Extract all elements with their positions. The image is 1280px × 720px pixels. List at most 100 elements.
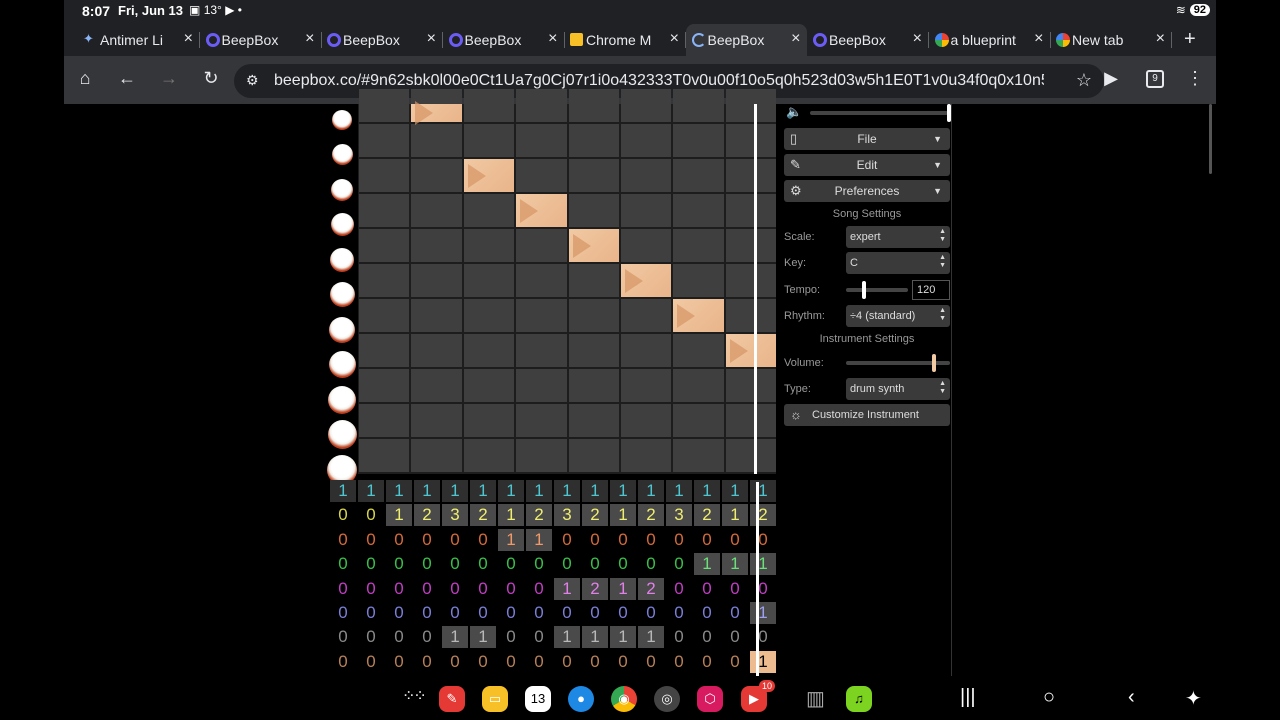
track-pattern-cell[interactable]: 0	[330, 529, 356, 551]
url-text[interactable]: beepbox.co/#9n62sbk0l00e0Ct1Ua7g0Cj07r1i…	[274, 72, 1044, 90]
track-pattern-cell[interactable]: 0	[526, 602, 552, 624]
grid-cell[interactable]	[673, 334, 724, 367]
track-pattern-cell[interactable]: 2	[750, 504, 776, 527]
browser-tab[interactable]: BeepBox ×	[200, 24, 322, 56]
track-pattern-cell[interactable]: 0	[386, 602, 412, 624]
tempo-input[interactable]: 120	[912, 280, 950, 300]
grid-cell[interactable]	[516, 229, 567, 262]
track-pattern-cell[interactable]: 0	[358, 578, 384, 600]
browser-tab[interactable]: BeepBox ×	[321, 24, 443, 56]
track-pattern-cell[interactable]: 0	[582, 602, 608, 624]
track-pattern-cell[interactable]: 1	[554, 577, 580, 600]
track-pattern-cell[interactable]: 0	[358, 602, 384, 624]
track-pattern-cell[interactable]: 0	[330, 651, 356, 673]
track-pattern-cell[interactable]: 0	[442, 553, 468, 575]
track-pattern-cell[interactable]: 1	[498, 528, 524, 551]
track-pattern-cell[interactable]: 0	[722, 529, 748, 551]
grid-cell[interactable]	[673, 404, 724, 437]
track-pattern-cell[interactable]: 1	[442, 626, 468, 649]
track-pattern-cell[interactable]: 1	[442, 480, 468, 502]
drum-key-icon[interactable]	[329, 316, 355, 343]
drum-key-icon[interactable]	[330, 247, 354, 272]
music-app-icon[interactable]: ♫	[846, 686, 872, 712]
track-pattern-cell[interactable]: 0	[358, 626, 384, 648]
track-pattern-cell[interactable]: 0	[498, 651, 524, 673]
track-pattern-cell[interactable]: 0	[694, 626, 720, 648]
grid-cell[interactable]	[568, 159, 619, 192]
track-pattern-cell[interactable]: 0	[358, 553, 384, 575]
tempo-knob[interactable]	[862, 281, 866, 299]
bookmark-star-icon[interactable]: ☆	[1076, 70, 1092, 91]
grid-cell[interactable]	[359, 264, 410, 297]
track-pattern-cell[interactable]: 1	[414, 480, 440, 502]
track-pattern-cell[interactable]: 0	[386, 578, 412, 600]
track-pattern-cell[interactable]: 0	[330, 553, 356, 575]
grid-cell[interactable]	[621, 299, 672, 332]
grid-cell[interactable]	[568, 439, 619, 472]
grid-cell[interactable]	[411, 229, 462, 262]
browser-tab[interactable]: BeepBox ×	[807, 24, 929, 56]
browser-tab[interactable]: Chrome M ×	[564, 24, 686, 56]
track-pattern-cell[interactable]: 0	[330, 626, 356, 648]
track-pattern-cell[interactable]: 0	[414, 578, 440, 600]
grid-cell[interactable]	[359, 369, 410, 402]
grid-cell[interactable]	[463, 369, 515, 402]
track-pattern-cell[interactable]: 0	[358, 529, 384, 551]
track-pattern-cell[interactable]: 1	[526, 480, 552, 502]
track-pattern-cell[interactable]: 0	[330, 602, 356, 624]
track-pattern-cell[interactable]: 1	[722, 553, 748, 576]
app-drawer-icon[interactable]: ⁘⁘	[402, 686, 427, 706]
grid-cell[interactable]	[516, 404, 567, 437]
browser-tab[interactable]: BeepBox ×	[685, 24, 807, 56]
track-pattern-cell[interactable]: 1	[498, 504, 524, 527]
track-pattern-cell[interactable]: 1	[694, 553, 720, 576]
key-select[interactable]: C ▲ ▼	[846, 252, 950, 274]
calendar-app-icon[interactable]: 13	[525, 686, 551, 712]
track-pattern-cell[interactable]: 0	[414, 602, 440, 624]
track-pattern-cell[interactable]: 0	[386, 626, 412, 648]
grid-cell[interactable]	[568, 194, 619, 227]
media-play-icon[interactable]: ▶	[1099, 68, 1123, 89]
grid-cell[interactable]	[463, 264, 515, 297]
close-tab-icon[interactable]: ×	[1156, 30, 1165, 48]
grid-cell[interactable]	[359, 159, 410, 192]
track-pattern-cell[interactable]: 2	[638, 504, 664, 527]
forward-icon[interactable]: →	[157, 68, 181, 89]
track-pattern-cell[interactable]: 0	[414, 529, 440, 551]
close-tab-icon[interactable]: ×	[184, 30, 193, 48]
drum-key-icon[interactable]	[328, 385, 356, 414]
more-menu-icon[interactable]: ⋮	[1183, 68, 1207, 89]
track-pattern-cell[interactable]: 0	[694, 651, 720, 673]
track-pattern-cell[interactable]: 1	[610, 480, 636, 502]
drum-key-icon[interactable]	[329, 282, 355, 307]
grid-cell[interactable]	[621, 369, 672, 402]
track-pattern-cell[interactable]: 1	[750, 602, 776, 624]
pattern-editor[interactable]	[358, 89, 777, 474]
track-pattern-cell[interactable]: 0	[358, 651, 384, 673]
track-pattern-cell[interactable]: 0	[526, 626, 552, 648]
track-pattern-cell[interactable]: 0	[442, 602, 468, 624]
grid-cell[interactable]	[463, 229, 515, 262]
track-pattern-cell[interactable]: 0	[470, 529, 496, 551]
track-pattern-cell[interactable]: 0	[638, 553, 664, 575]
grid-cell[interactable]	[516, 264, 567, 297]
grid-cell[interactable]	[725, 404, 777, 437]
grid-cell[interactable]	[411, 299, 462, 332]
grid-cell[interactable]	[516, 439, 567, 472]
grid-cell[interactable]	[568, 124, 619, 157]
grid-cell[interactable]	[673, 439, 724, 472]
track-pattern-cell[interactable]: 0	[470, 602, 496, 624]
grid-cell[interactable]	[359, 404, 410, 437]
browser-tab[interactable]: ✦ Antimer Li ×	[78, 24, 200, 56]
grid-cell[interactable]	[411, 439, 462, 472]
track-pattern-cell[interactable]: 0	[722, 578, 748, 600]
rhythm-select[interactable]: ÷4 (standard) ▲ ▼	[846, 305, 950, 327]
track-pattern-cell[interactable]: 0	[666, 578, 692, 600]
customize-instrument-button[interactable]: ☼ Customize Instrument	[784, 404, 950, 426]
track-pattern-cell[interactable]: 2	[526, 504, 552, 527]
drum-key-icon[interactable]	[332, 109, 352, 130]
grid-cell[interactable]	[725, 264, 777, 297]
drum-note[interactable]	[621, 264, 672, 297]
browser-tab[interactable]: a blueprint ×	[929, 24, 1051, 56]
track-pattern-cell[interactable]: 0	[386, 529, 412, 551]
